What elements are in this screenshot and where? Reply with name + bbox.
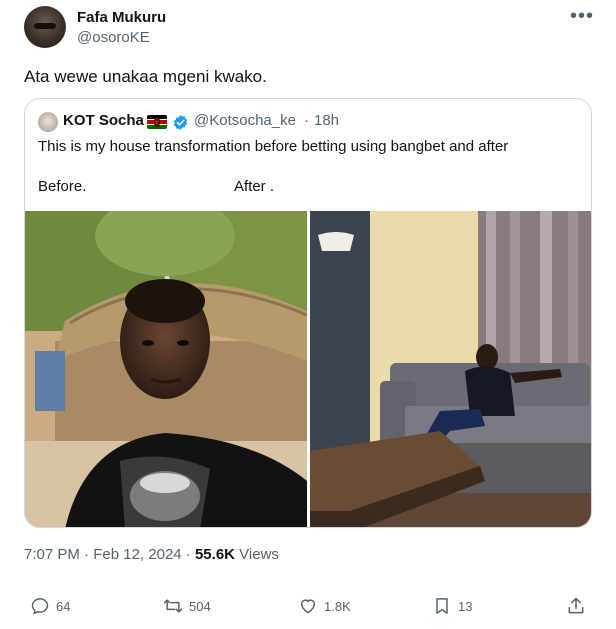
share-icon bbox=[568, 597, 584, 614]
bookmark-icon bbox=[436, 598, 448, 614]
quoted-text: This is my house transformation before b… bbox=[38, 138, 509, 155]
verified-badge-icon bbox=[173, 115, 188, 130]
quoted-author-handle[interactable]: @Kotsocha_ke bbox=[194, 112, 296, 129]
like-icon bbox=[301, 599, 315, 614]
repost-button[interactable]: 504 bbox=[163, 590, 211, 622]
action-bar: 64 504 1.8K 13 bbox=[0, 590, 616, 622]
like-button[interactable]: 1.8K bbox=[298, 590, 351, 622]
meta-separator: · bbox=[84, 546, 90, 563]
reply-icon bbox=[31, 598, 49, 615]
author-name[interactable]: Fafa Mukuru bbox=[77, 9, 166, 26]
quoted-avatar[interactable] bbox=[38, 112, 58, 132]
share-button[interactable] bbox=[566, 590, 586, 622]
quoted-before-label: Before. bbox=[38, 178, 87, 195]
like-count: 1.8K bbox=[324, 598, 351, 614]
tweet-meta: 7:07 PM · Feb 12, 2024 · 55.6K Views bbox=[24, 546, 279, 563]
tweet: Fafa Mukuru @osoroKE ••• Ata wewe unakaa… bbox=[0, 0, 616, 629]
more-options-icon[interactable]: ••• bbox=[570, 5, 594, 28]
before-photo[interactable] bbox=[25, 211, 307, 527]
meta-separator-2: · bbox=[185, 546, 191, 563]
repost-count: 504 bbox=[189, 598, 211, 614]
bookmark-count: 13 bbox=[458, 598, 473, 614]
author-handle[interactable]: @osoroKE bbox=[77, 29, 150, 46]
quoted-timestamp[interactable]: 18h bbox=[314, 112, 339, 129]
quoted-tweet[interactable]: KOT Socha @Kotsocha_ke · 18h This is my … bbox=[24, 98, 592, 528]
tweet-text: Ata wewe unakaa mgeni kwako. bbox=[24, 67, 267, 86]
views-count: 55.6K bbox=[194, 546, 235, 563]
quoted-after-label: After . bbox=[234, 178, 275, 195]
post-time[interactable]: 7:07 PM bbox=[24, 546, 80, 563]
kenya-flag-icon bbox=[147, 115, 167, 129]
repost-icon bbox=[163, 599, 183, 613]
reply-count: 64 bbox=[56, 598, 71, 614]
post-date[interactable]: Feb 12, 2024 bbox=[93, 546, 181, 563]
views-label: Views bbox=[239, 546, 279, 563]
quoted-author-name[interactable]: KOT Socha bbox=[63, 112, 144, 129]
reply-button[interactable]: 64 bbox=[30, 590, 70, 622]
after-photo[interactable] bbox=[310, 211, 591, 527]
quoted-separator: · bbox=[304, 112, 309, 129]
author-avatar[interactable] bbox=[24, 6, 66, 48]
bookmark-button[interactable]: 13 bbox=[432, 590, 472, 622]
